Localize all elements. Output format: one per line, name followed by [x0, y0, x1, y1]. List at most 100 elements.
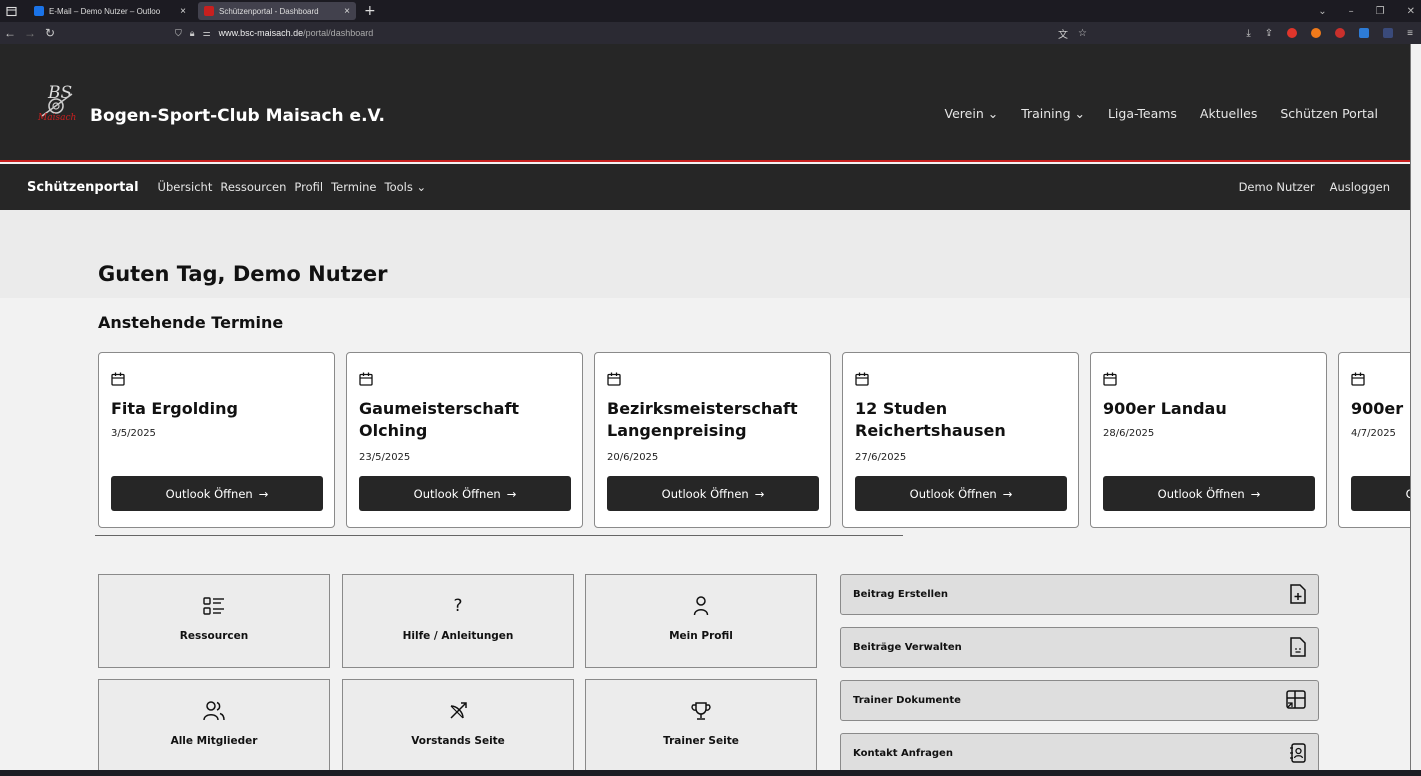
tab-title: E-Mail – Demo Nutzer – Outloo [49, 6, 161, 16]
ublock-icon[interactable] [1335, 28, 1346, 38]
tile-label: Vorstands Seite [411, 735, 505, 747]
minimize-icon[interactable]: – [1349, 6, 1354, 17]
tile-trainer[interactable]: Trainer Seite [585, 679, 817, 773]
tile-label: Hilfe / Anleitungen [402, 630, 514, 642]
calendar-icon [855, 371, 869, 390]
outlook-icon [34, 6, 44, 16]
events-carousel[interactable]: Fita Ergolding 3/5/2025 Outlook Öffnen → … [98, 352, 1410, 528]
portal-link-termine[interactable]: Termine [331, 180, 376, 194]
action-kontakt-anfragen[interactable]: Kontakt Anfragen [840, 733, 1319, 774]
page-title: Guten Tag, Demo Nutzer [98, 262, 388, 286]
tile-ressourcen[interactable]: Ressourcen [98, 574, 330, 668]
action-label: Trainer Dokumente [853, 695, 961, 706]
tile-label: Mein Profil [669, 630, 733, 642]
outlook-open-button[interactable]: Outlook Öffnen→ [359, 476, 571, 511]
menu-icon[interactable]: ≡ [1407, 28, 1413, 39]
shield-icon[interactable]: ⛉ [175, 28, 182, 39]
extension-orange-icon[interactable] [1311, 28, 1322, 38]
menu-item-liga-teams[interactable]: Liga-Teams [1108, 106, 1177, 121]
events-heading: Anstehende Termine [98, 313, 284, 332]
logout-link[interactable]: Ausloggen [1330, 180, 1390, 194]
portal-link-uebersicht[interactable]: Übersicht [158, 180, 213, 194]
portal-link-tools[interactable]: Tools ⌄ [385, 180, 427, 194]
calendar-icon [111, 371, 125, 390]
event-date: 23/5/2025 [359, 452, 411, 463]
button-label: Outlook Öffnen [661, 486, 749, 501]
outlook-open-button[interactable]: Outlook Öffnen→ [1351, 476, 1410, 511]
action-label: Kontakt Anfragen [853, 748, 953, 759]
event-date: 28/6/2025 [1103, 428, 1155, 439]
extension-red-icon[interactable] [1287, 28, 1298, 38]
bow-arrow-icon [448, 700, 468, 722]
taskbar-edge [0, 770, 1421, 776]
button-label: Outlook Öffnen [1157, 486, 1245, 501]
event-date: 4/7/2025 [1351, 428, 1396, 439]
browser-tab-mail[interactable]: E-Mail – Demo Nutzer – Outloo × [28, 2, 192, 20]
event-name: Bezirksmeisterschaft Langenpreising [607, 399, 798, 440]
outlook-open-button[interactable]: Outlook Öffnen → [1103, 476, 1315, 511]
menu-item-schuetzen-portal[interactable]: Schützen Portal [1280, 106, 1378, 121]
close-tab-icon[interactable]: × [344, 6, 350, 17]
action-trainer-dokumente[interactable]: Trainer Dokumente [840, 680, 1319, 721]
outlook-open-button[interactable]: Outlook Öffnen→ [111, 476, 323, 511]
action-beitrag-erstellen[interactable]: Beitrag Erstellen [840, 574, 1319, 615]
reload-icon[interactable]: ↻ [40, 26, 60, 40]
arrow-right-icon: → [1002, 486, 1013, 501]
extension-dark-icon[interactable] [1383, 28, 1394, 38]
portal-brand[interactable]: Schützenportal [27, 180, 139, 195]
lock-icon[interactable]: 🔒︎ [190, 28, 195, 39]
carousel-scrollbar[interactable] [95, 535, 903, 536]
download-icon[interactable]: ⤓ [1246, 28, 1250, 39]
translate-icon[interactable]: 文 [1058, 26, 1068, 41]
event-date: 20/6/2025 [607, 452, 659, 463]
permissions-icon[interactable]: ⚌ [203, 28, 211, 39]
extension-blue-icon[interactable] [1359, 28, 1370, 38]
portal-user[interactable]: Demo Nutzer [1239, 180, 1315, 194]
outlook-open-button[interactable]: Outlook Öffnen→ [607, 476, 819, 511]
club-logo[interactable]: BS Maisach [36, 80, 80, 128]
forward-icon[interactable]: → [20, 26, 40, 40]
close-tab-icon[interactable]: × [180, 6, 186, 17]
tile-profil[interactable]: Mein Profil [585, 574, 817, 668]
tile-label: Trainer Seite [663, 735, 739, 747]
tab-list-icon[interactable] [0, 0, 22, 22]
browser-tab-dashboard[interactable]: Schützenportal - Dashboard × [198, 2, 356, 20]
bookmark-star-icon[interactable]: ☆ [1078, 28, 1087, 39]
action-beitraege-verwalten[interactable]: Beiträge Verwalten [840, 627, 1319, 668]
users-icon [203, 700, 225, 722]
site-header: BS Maisach Bogen-Sport-Club Maisach e.V.… [0, 44, 1410, 162]
share-icon[interactable]: ⇪ [1265, 28, 1273, 39]
calendar-icon [1103, 371, 1117, 390]
button-label: Outlook Öffnen [165, 486, 253, 501]
table-link-icon [1285, 690, 1307, 713]
outlook-open-button[interactable]: Outlook Öffnen→ [855, 476, 1067, 511]
menu-item-aktuelles[interactable]: Aktuelles [1200, 106, 1257, 121]
close-window-icon[interactable]: ✕ [1407, 6, 1415, 17]
back-icon[interactable]: ← [0, 26, 20, 40]
page-scrollbar[interactable] [1410, 44, 1421, 770]
url-bar[interactable]: ⛉ 🔒︎ ⚌ www.bsc-maisach.de/portal/dashboa… [175, 24, 373, 42]
tile-hilfe[interactable]: ? Hilfe / Anleitungen [342, 574, 574, 668]
event-name: 900er Landau [1103, 399, 1227, 418]
event-name: 12 Studen Reichertshausen [855, 399, 1006, 440]
new-tab-icon[interactable]: + [364, 3, 376, 19]
question-icon: ? [453, 596, 463, 616]
site-title[interactable]: Bogen-Sport-Club Maisach e.V. [90, 106, 385, 126]
browser-navbar: ← → ↻ ⛉ 🔒︎ ⚌ www.bsc-maisach.de/portal/d… [0, 22, 1421, 44]
maximize-icon[interactable]: ❐ [1376, 6, 1385, 17]
tile-label: Ressourcen [179, 630, 249, 642]
menu-item-training[interactable]: Training ⌄ [1021, 106, 1085, 121]
tile-mitglieder[interactable]: Alle Mitglieder [98, 679, 330, 773]
portal-link-profil[interactable]: Profil [294, 180, 323, 194]
menu-item-verein[interactable]: Verein ⌄ [945, 106, 999, 121]
tab-overflow-icon[interactable]: ⌄ [1318, 6, 1326, 17]
portal-link-ressourcen[interactable]: Ressourcen [220, 180, 286, 194]
calendar-icon [607, 371, 621, 390]
browser-tab-bar: E-Mail – Demo Nutzer – Outloo × Schützen… [0, 0, 1421, 22]
event-date: 27/6/2025 [855, 452, 907, 463]
event-name: Gaumeisterschaft Olching [359, 399, 520, 440]
file-manage-icon [1289, 637, 1307, 660]
tile-vorstand[interactable]: Vorstands Seite [342, 679, 574, 773]
arrow-right-icon: → [1250, 486, 1261, 501]
action-label: Beiträge Verwalten [853, 642, 962, 653]
